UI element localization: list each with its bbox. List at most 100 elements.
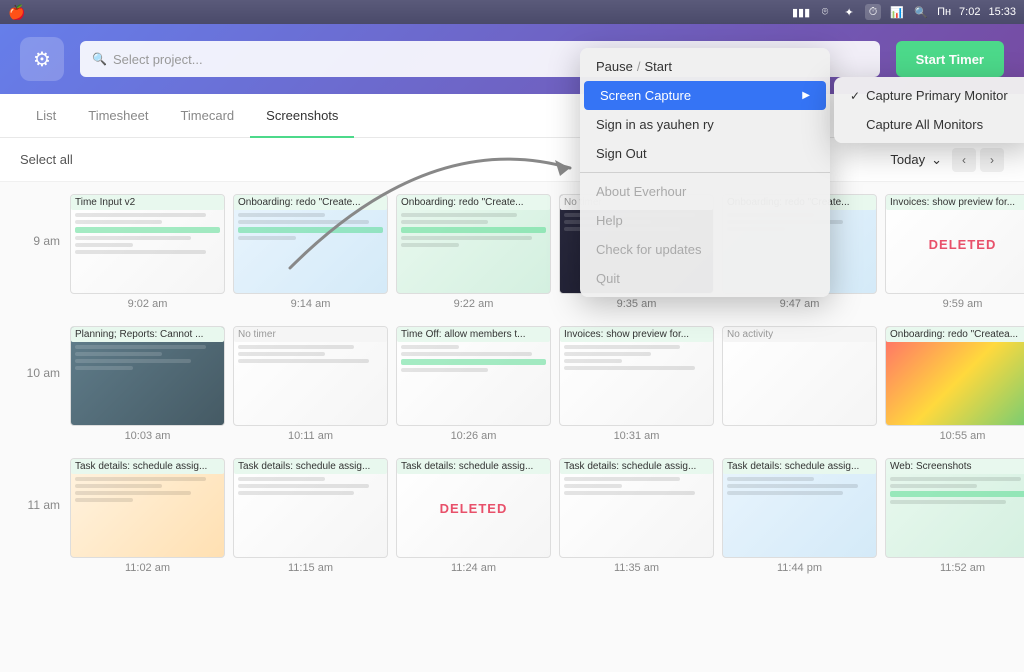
screenshot-time: 11:44 pm [722,562,877,574]
dropdown-sign-out[interactable]: Sign Out [580,139,830,168]
screenshot-task-4[interactable]: Task details: schedule assig... 11:35 am [559,458,714,574]
date-filter[interactable]: Today ⌄ [890,152,942,168]
submenu-chevron-icon: ▶ [802,90,810,101]
search-icon[interactable]: 🔍 [913,4,929,20]
sign-out-label: Sign Out [596,146,647,161]
screenshots-row-9am: Time Input v2 9:02 am Onboarding: redo "… [70,194,1024,310]
screenshot-title: No activity [723,327,876,342]
dropdown-check-updates[interactable]: Check for updates [580,235,830,264]
checkmark-placeholder: ✓ [850,118,860,132]
clock-label: 15:33 [988,6,1016,18]
capture-all-label: Capture All Monitors [866,117,983,132]
select-all-button[interactable]: Select all [20,152,73,167]
deleted-label: DELETED [886,195,1024,293]
chevron-down-icon: ⌄ [931,152,942,168]
screenshot-thumb: Onboarding: redo "Createa... [885,326,1024,426]
screenshot-title: Onboarding: redo "Createa... [886,327,1024,342]
screenshot-time: 9:22 am [396,298,551,310]
bluetooth-icon: ✦ [841,4,857,20]
screenshot-title: Planning; Reports: Cannot ... [71,327,224,342]
screenshot-time: 9:14 am [233,298,388,310]
screenshot-title: Invoices: show preview for... [560,327,713,342]
screenshot-time: 11:35 am [559,562,714,574]
sign-in-label: Sign in as yauhen ry [596,117,714,132]
clock-app-icon[interactable]: ⏱ [865,4,881,20]
screenshot-thumb: Time Input v2 [70,194,225,294]
tab-timecard[interactable]: Timecard [164,94,250,138]
screenshots-row-10am: Planning; Reports: Cannot ... 10:03 am N… [70,326,1024,442]
main-dropdown-menu[interactable]: Pause / Start Screen Capture ▶ ✓ Capture… [580,48,830,297]
capture-primary-label: Capture Primary Monitor [866,88,1008,103]
time-label-9am: 9 am [20,194,60,248]
day-label: Пн [937,6,951,18]
screenshot-time: 10:55 am [885,430,1024,442]
screenshot-thumb: Task details: schedule assig... DELETED [396,458,551,558]
screenshot-thumb: Task details: schedule assig... [559,458,714,558]
tab-screenshots[interactable]: Screenshots [250,94,354,138]
about-label: About Everhour [596,184,686,199]
screenshot-time: 10:11 am [233,430,388,442]
dropdown-help[interactable]: Help [580,206,830,235]
screenshot-thumb: Invoices: show preview for... DELETED [885,194,1024,294]
toolbar-right: Today ⌄ ‹ › [890,148,1004,172]
screenshot-task-1[interactable]: Task details: schedule assig... 11:02 am [70,458,225,574]
checkmark-icon: ✓ [850,89,860,103]
screenshot-time: 11:52 am [885,562,1024,574]
screenshot-title: Onboarding: redo "Create... [234,195,387,210]
submenu[interactable]: ✓ Capture Primary Monitor ✓ Capture All … [834,77,1024,143]
submenu-capture-primary[interactable]: ✓ Capture Primary Monitor [834,81,1024,110]
dropdown-sign-in[interactable]: Sign in as yauhen ry [580,110,830,139]
time-group-10am: 10 am Planning; Reports: Cannot ... 10:0… [20,326,1004,442]
tab-list[interactable]: List [20,94,72,138]
screenshot-no-timer-2[interactable]: No timer 10:11 am [233,326,388,442]
screenshot-time-input-v2[interactable]: Time Input v2 9:02 am [70,194,225,310]
screenshot-onboarding-1[interactable]: Onboarding: redo "Create... 9:14 am [233,194,388,310]
screenshot-task-2[interactable]: Task details: schedule assig... 11:15 am [233,458,388,574]
screenshot-title: Task details: schedule assig... [723,459,876,474]
screenshot-title: Onboarding: redo "Create... [397,195,550,210]
screenshot-title: Task details: schedule assig... [560,459,713,474]
screenshot-planning[interactable]: Planning; Reports: Cannot ... 10:03 am [70,326,225,442]
screenshot-thumb: Onboarding: redo "Create... [233,194,388,294]
screenshot-thumb: Planning; Reports: Cannot ... [70,326,225,426]
search-icon: 🔍 [92,52,107,66]
start-timer-button[interactable]: Start Timer [896,41,1004,77]
dropdown-separator [580,172,830,173]
screenshot-time: 11:02 am [70,562,225,574]
dropdown-pause-start[interactable]: Pause / Start [580,52,830,81]
tab-timesheet[interactable]: Timesheet [72,94,164,138]
next-arrow[interactable]: › [980,148,1004,172]
date-label: Today [890,152,925,167]
prev-arrow[interactable]: ‹ [952,148,976,172]
screenshot-no-activity[interactable]: No activity [722,326,877,442]
screenshot-time: 9:59 am [885,298,1024,310]
apple-icon[interactable]: 🍎 [8,4,25,21]
dropdown-screen-capture[interactable]: Screen Capture ▶ ✓ Capture Primary Monit… [584,81,826,110]
screenshot-thumb: Invoices: show preview for... [559,326,714,426]
battery-icon: ▮▮▮ [793,4,809,20]
screenshot-onboarding-colorful[interactable]: Onboarding: redo "Createa... 10:55 am [885,326,1024,442]
screenshot-time: 10:31 am [559,430,714,442]
menubar-left: 🍎 [8,4,25,21]
menubar: 🍎 ▮▮▮ ⌾ ✦ ⏱ 📊 🔍 Пн 7:02 15:33 [0,0,1024,24]
screenshot-invoices-deleted[interactable]: Invoices: show preview for... DELETED 9:… [885,194,1024,310]
time-label-10am: 10 am [20,326,60,380]
screenshot-time: 10:03 am [70,430,225,442]
pause-separator: / [637,59,641,74]
submenu-capture-all[interactable]: ✓ Capture All Monitors [834,110,1024,139]
screenshot-timeoff[interactable]: Time Off: allow members t... 10:26 am [396,326,551,442]
dropdown-about[interactable]: About Everhour [580,177,830,206]
pause-label: Pause [596,59,633,74]
time-group-11am: 11 am Task details: schedule assig... 11… [20,458,1004,574]
nav-arrows: ‹ › [952,148,1004,172]
screenshot-thumb: Task details: schedule assig... [233,458,388,558]
dropdown-quit[interactable]: Quit [580,264,830,293]
screenshot-web-screenshots[interactable]: Web: Screenshots 11:52 am [885,458,1024,574]
screenshot-task-3-deleted[interactable]: Task details: schedule assig... DELETED … [396,458,551,574]
screenshot-invoices-2[interactable]: Invoices: show preview for... 10:31 am [559,326,714,442]
screenshot-task-5[interactable]: Task details: schedule assig... 11:44 pm [722,458,877,574]
app-container: ⚙ 🔍 Select project... Start Timer List T… [0,24,1024,672]
project-placeholder: Select project... [113,52,203,67]
screenshot-onboarding-2[interactable]: Onboarding: redo "Create... 9:22 am [396,194,551,310]
help-label: Help [596,213,623,228]
